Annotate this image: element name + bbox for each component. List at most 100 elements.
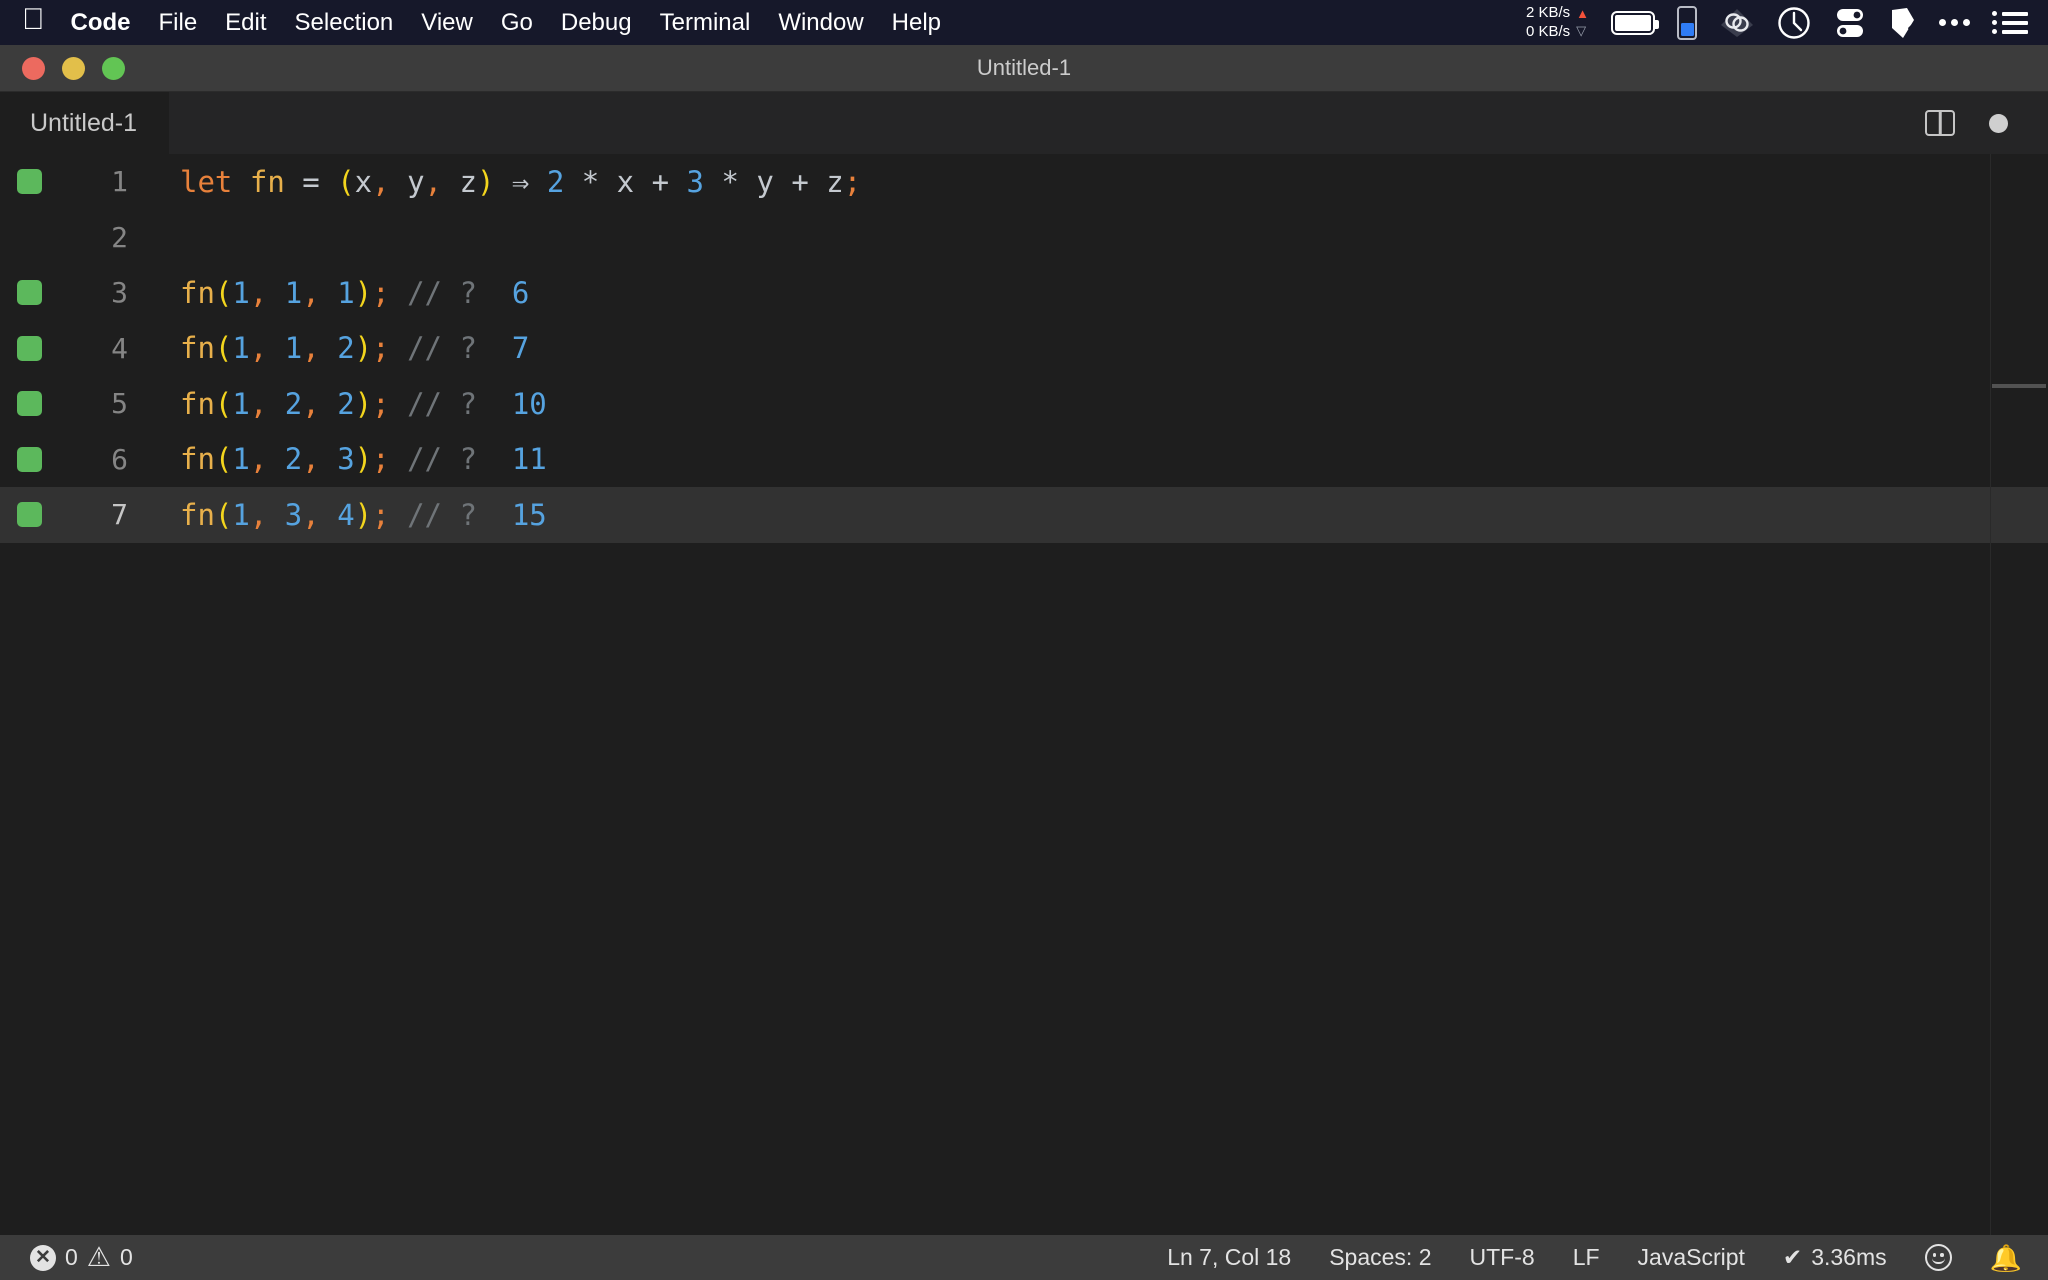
code-token [320,498,337,532]
apple-logo-icon[interactable]:  [22,5,45,35]
code-token: ⇒ [512,165,529,199]
status-bar: ✕ 0 ⚠ 0 Ln 7, Col 18 Spaces: 2 UTF-8 LF … [0,1235,2048,1280]
code-token: ; [372,276,389,310]
line-number: 1 [58,165,142,198]
code-token: , [302,276,319,310]
run-time-indicator[interactable]: ✔ 3.36ms [1783,1244,1887,1271]
green-square-icon [17,391,42,416]
menu-item-help[interactable]: Help [892,9,941,37]
code-text: fn(1, 2, 2); // ? 10 [142,387,547,421]
menu-item-debug[interactable]: Debug [561,9,632,37]
code-line[interactable]: 1let fn = (x, y, z) ⇒ 2 * x + 3 * y + z; [0,154,2048,210]
code-token [390,442,407,476]
live-value-marker[interactable] [0,391,58,416]
live-value-marker[interactable] [0,502,58,527]
code-token: ( [337,165,354,199]
code-token: 3 [687,165,704,199]
vscode-window: Untitled-1 Untitled-1 1let fn = (x, y, z… [0,45,2048,1280]
menu-item-file[interactable]: File [159,9,198,37]
status-bar-right: Ln 7, Col 18 Spaces: 2 UTF-8 LF JavaScri… [1167,1244,2022,1271]
code-token: fn [180,387,215,421]
problems-indicator[interactable]: ✕ 0 ⚠ 0 [30,1244,133,1271]
code-token: ) [355,331,372,365]
code-token: 1 [337,276,354,310]
code-token: ; [844,165,861,199]
smiley-icon[interactable] [1925,1244,1952,1271]
menu-list-icon[interactable] [1992,11,2028,34]
phone-battery-icon[interactable] [1677,6,1697,40]
code-token: ; [372,442,389,476]
code-token [320,165,337,199]
more-options-icon[interactable] [1939,19,1970,26]
code-line[interactable]: 2 [0,210,2048,266]
cursor-position[interactable]: Ln 7, Col 18 [1167,1244,1291,1271]
code-token: 7 [512,331,529,365]
green-square-icon [17,447,42,472]
code-token: , [302,442,319,476]
menu-item-window[interactable]: Window [778,9,863,37]
code-token [320,387,337,421]
menu-item-go[interactable]: Go [501,9,533,37]
error-icon: ✕ [30,1245,56,1271]
code-token: ) [355,442,372,476]
code-line[interactable]: 4fn(1, 1, 2); // ? 7 [0,321,2048,377]
shield-icon[interactable] [1889,6,1917,40]
code-token: fn [180,442,215,476]
unsaved-changes-dot-icon[interactable] [1989,114,2008,133]
battery-icon[interactable] [1611,11,1655,35]
code-token [494,165,511,199]
eol-setting[interactable]: LF [1573,1244,1600,1271]
code-editor[interactable]: 1let fn = (x, y, z) ⇒ 2 * x + 3 * y + z;… [0,154,2048,1235]
menu-item-code[interactable]: Code [71,9,131,37]
window-title-bar: Untitled-1 [0,45,2048,92]
menu-item-edit[interactable]: Edit [225,9,266,37]
live-value-marker[interactable] [0,447,58,472]
code-token: ) [477,165,494,199]
code-token: ( [215,387,232,421]
code-token [267,387,284,421]
code-line[interactable]: 5fn(1, 2, 2); // ? 10 [0,376,2048,432]
code-token [320,442,337,476]
menu-item-selection[interactable]: Selection [295,9,394,37]
line-number: 4 [58,332,142,365]
code-token: , [250,276,267,310]
code-token: // ? [407,331,477,365]
code-token: , [425,165,442,199]
code-text: fn(1, 1, 2); // ? 7 [142,331,529,365]
code-text: let fn = (x, y, z) ⇒ 2 * x + 3 * y + z; [142,165,861,199]
tab-untitled-1[interactable]: Untitled-1 [0,92,170,154]
code-token [267,498,284,532]
code-token [390,276,407,310]
clock-icon[interactable] [1777,6,1811,40]
menu-item-view[interactable]: View [421,9,473,37]
code-token: + [774,165,826,199]
bell-icon[interactable]: 🔔 [1990,1245,2022,1271]
editor-vertical-scrollbar[interactable] [1990,154,2048,1235]
code-line[interactable]: 6fn(1, 2, 3); // ? 11 [0,432,2048,488]
green-square-icon [17,336,42,361]
code-token: 3 [285,498,302,532]
green-square-icon [17,169,42,194]
code-token: 1 [232,442,249,476]
code-token: 1 [232,331,249,365]
split-editor-icon[interactable] [1925,110,1955,136]
code-line[interactable]: 3fn(1, 1, 1); // ? 6 [0,265,2048,321]
control-center-icon[interactable] [1833,6,1867,40]
live-value-marker[interactable] [0,169,58,194]
scrollbar-thumb[interactable] [1992,384,2046,388]
live-value-marker[interactable] [0,336,58,361]
code-token [320,276,337,310]
code-token [390,331,407,365]
code-line[interactable]: 7fn(1, 3, 4); // ? 15 [0,487,2048,543]
menu-item-terminal[interactable]: Terminal [660,9,751,37]
code-token: 2 [285,442,302,476]
live-value-marker[interactable] [0,280,58,305]
encoding-setting[interactable]: UTF-8 [1470,1244,1535,1271]
indentation-setting[interactable]: Spaces: 2 [1329,1244,1431,1271]
language-mode[interactable]: JavaScript [1638,1244,1745,1271]
code-token: , [250,331,267,365]
network-speed-indicator[interactable]: 2 KB/s 0 KB/s ▲ ▽ [1526,4,1589,42]
code-token: 10 [512,387,547,421]
macos-menu-bar:  Code File Edit Selection View Go Debug… [0,0,2048,45]
cloud-sync-icon[interactable] [1719,8,1755,38]
